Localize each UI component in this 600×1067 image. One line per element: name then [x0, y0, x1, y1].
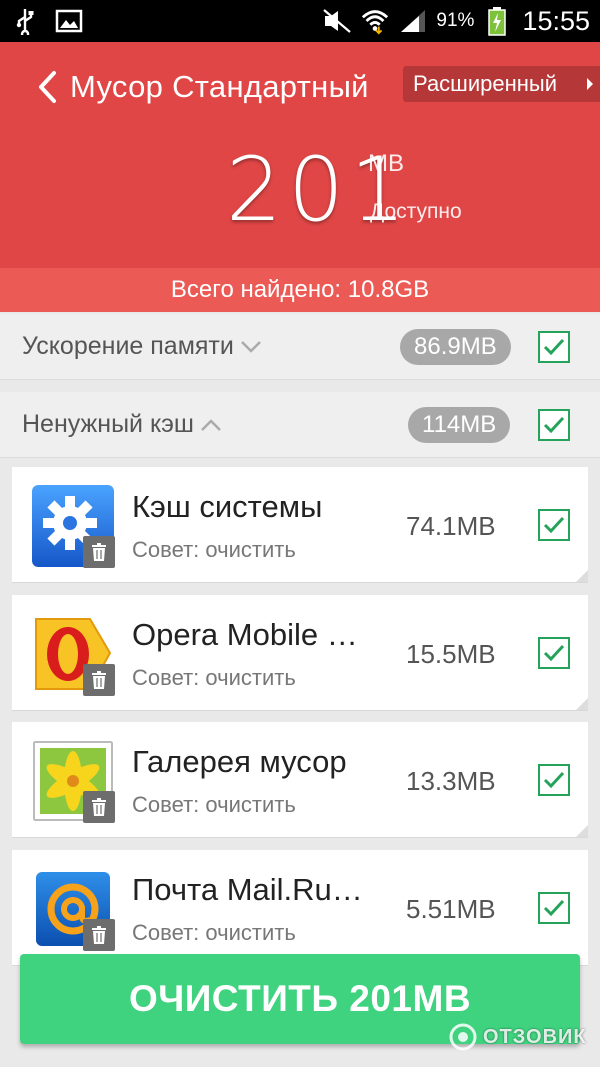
- total-found-bar: Всего найдено: 10.8GB: [0, 268, 600, 312]
- category-size-badge: 114MB: [408, 406, 511, 443]
- checkmark-icon: [543, 338, 565, 355]
- app-size: 5.51MB: [406, 894, 496, 924]
- category-checkbox[interactable]: [538, 330, 570, 363]
- app-size: 74.1MB: [406, 511, 496, 541]
- signal-icon: [398, 6, 428, 36]
- app-checkbox[interactable]: [538, 637, 570, 669]
- chevron-up-icon: [201, 418, 221, 431]
- checkmark-icon: [543, 416, 565, 433]
- app-size: 13.3MB: [406, 766, 496, 796]
- app-tip: Совет: очистить: [132, 537, 296, 562]
- app-name: Кэш системы: [132, 489, 323, 524]
- available-label: Доступно: [370, 200, 462, 223]
- trash-icon: [83, 664, 115, 696]
- usb-icon: [10, 6, 40, 36]
- trash-icon: [83, 919, 115, 951]
- app-size: 15.5MB: [406, 639, 496, 669]
- app-name: Галерея мусор: [132, 744, 347, 779]
- chevron-down-icon: [240, 340, 261, 353]
- list-item[interactable]: Почта Mail.Ru… Совет: очистить 5.51MB: [12, 850, 588, 966]
- app-name: Opera Mobile …: [132, 617, 358, 652]
- back-button[interactable]: [30, 66, 64, 108]
- advanced-button[interactable]: Расширенный: [403, 66, 600, 102]
- app-tip: Совет: очистить: [132, 920, 296, 945]
- card-corner: [576, 570, 588, 582]
- clean-button-label: ОЧИСТИТЬ 201MB: [128, 978, 472, 1019]
- checkmark-icon: [543, 516, 565, 534]
- app-checkbox[interactable]: [538, 892, 570, 924]
- app-tip: Совет: очистить: [132, 665, 296, 690]
- back-arrow-icon: [39, 71, 56, 103]
- battery-charging-icon: [482, 6, 512, 36]
- category-checkbox[interactable]: [538, 408, 570, 441]
- page-title: Мусор Стандартный: [70, 69, 369, 104]
- category-label: Ненужный кэш: [22, 410, 194, 438]
- category-label: Ускорение памяти: [22, 332, 234, 360]
- available-unit: MB: [368, 150, 404, 177]
- checkmark-icon: [543, 899, 565, 917]
- chevron-right-icon: [587, 78, 593, 90]
- list-item[interactable]: Кэш системы Совет: очистить 74.1MB: [12, 467, 588, 583]
- clock: 15:55: [522, 5, 590, 36]
- image-icon: [54, 6, 84, 36]
- app-tip: Совет: очистить: [132, 792, 296, 817]
- category-junk-cache[interactable]: Ненужный кэш 114MB: [0, 392, 600, 458]
- card-corner: [576, 825, 588, 837]
- advanced-button-label: Расширенный: [413, 71, 557, 96]
- app-checkbox[interactable]: [538, 764, 570, 796]
- app-checkbox[interactable]: [538, 509, 570, 541]
- card-corner: [576, 698, 588, 710]
- app-name: Почта Mail.Ru…: [132, 872, 363, 907]
- watermark-text: ОТЗОВИК: [483, 1025, 587, 1048]
- trash-icon: [83, 536, 115, 568]
- wifi-icon: [360, 6, 390, 36]
- checkmark-icon: [543, 771, 565, 789]
- watermark-logo-icon: [449, 1023, 477, 1051]
- trash-icon: [83, 791, 115, 823]
- category-memory-boost[interactable]: Ускорение памяти 86.9MB: [0, 314, 600, 380]
- checkmark-icon: [543, 644, 565, 662]
- watermark: ОТЗОВИК: [448, 1022, 587, 1052]
- status-bar: 91% 15:55: [0, 0, 600, 42]
- total-found-text: Всего найдено: 10.8GB: [170, 276, 430, 303]
- header: Мусор Стандартный Расширенный 201 MB Дос…: [0, 42, 600, 268]
- list-item[interactable]: Opera Mobile … Совет: очистить 15.5MB: [12, 595, 588, 711]
- category-size-badge: 86.9MB: [400, 328, 511, 365]
- mute-icon: [322, 6, 352, 36]
- battery-percent: 91%: [436, 10, 475, 31]
- list-item[interactable]: Галерея мусор Совет: очистить 13.3MB: [12, 722, 588, 838]
